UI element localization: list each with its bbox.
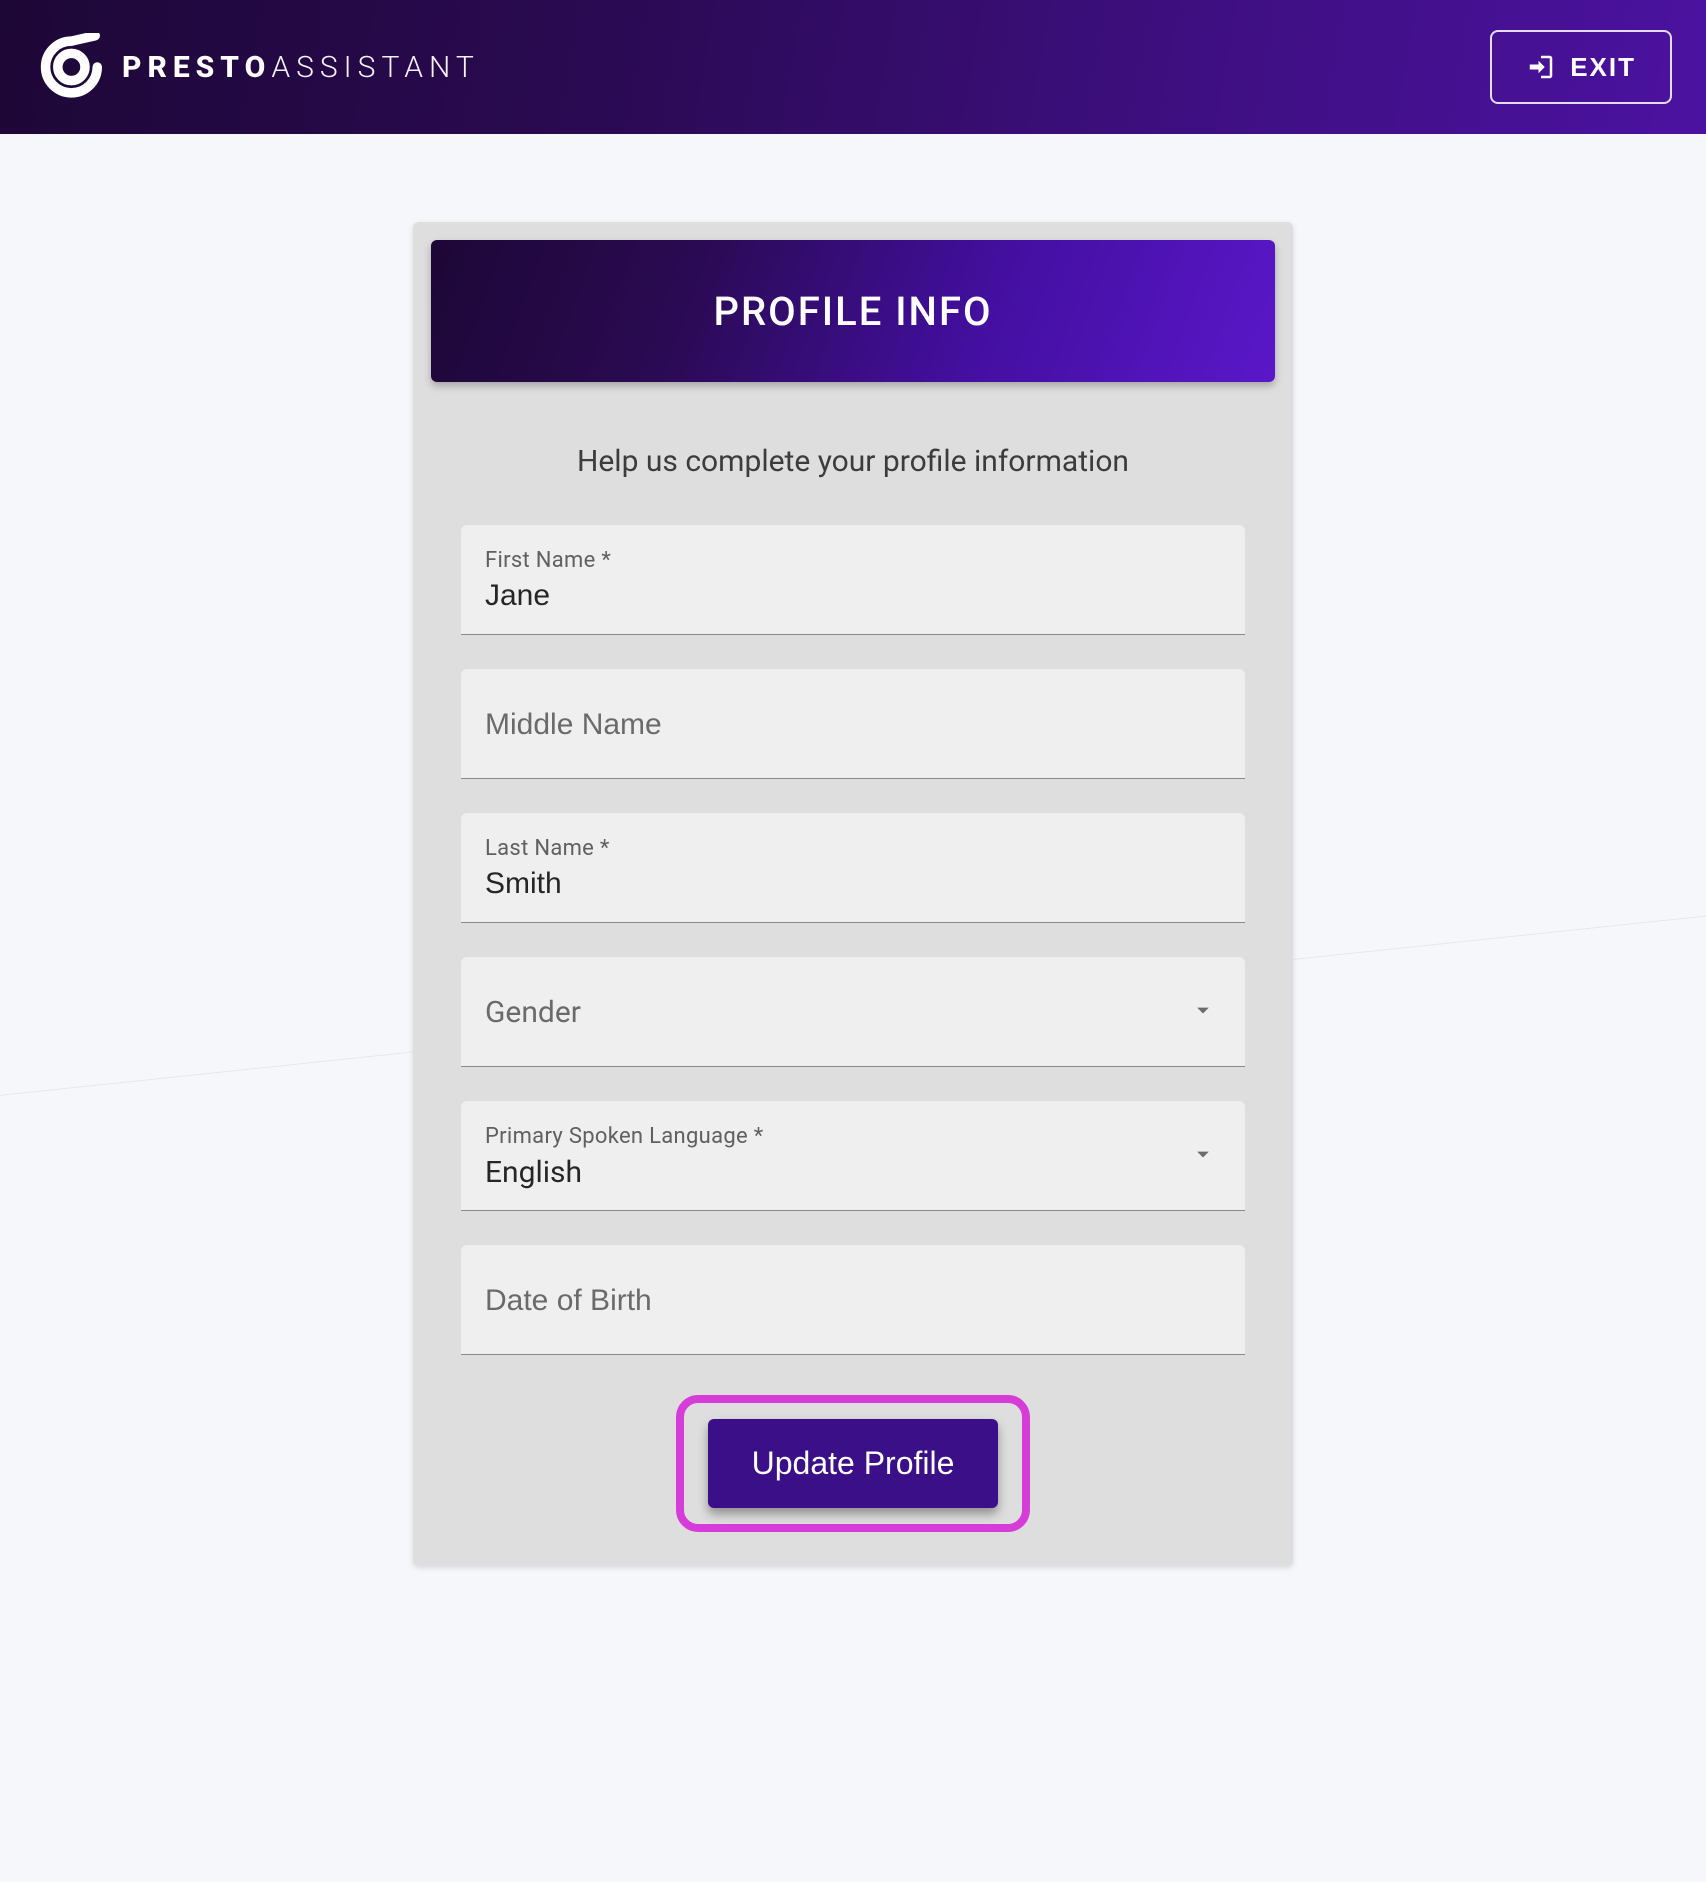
highlight-ring: Update Profile <box>676 1395 1031 1532</box>
card-subtitle: Help us complete your profile informatio… <box>431 444 1275 479</box>
gender-field[interactable]: Gender <box>461 957 1245 1067</box>
profile-card: PROFILE INFO Help us complete your profi… <box>413 222 1293 1566</box>
brand-text: PRESTO ASSISTANT <box>122 50 480 85</box>
dob-field[interactable] <box>461 1245 1245 1355</box>
first-name-label: First Name * <box>485 548 1221 573</box>
card-title: PROFILE INFO <box>431 240 1275 382</box>
language-field[interactable]: Primary Spoken Language * English <box>461 1101 1245 1211</box>
last-name-input[interactable] <box>485 867 1221 901</box>
brand-name-light: ASSISTANT <box>271 50 479 85</box>
first-name-field[interactable]: First Name * <box>461 525 1245 635</box>
last-name-label: Last Name * <box>485 836 1221 861</box>
middle-name-field[interactable] <box>461 669 1245 779</box>
dob-input[interactable] <box>485 1284 1221 1318</box>
first-name-input[interactable] <box>485 579 1221 613</box>
presto-logo-icon <box>34 33 102 101</box>
app-header: PRESTO ASSISTANT EXIT <box>0 0 1706 134</box>
exit-button[interactable]: EXIT <box>1490 30 1672 104</box>
exit-icon <box>1526 52 1556 82</box>
brand: PRESTO ASSISTANT <box>34 33 480 101</box>
exit-label: EXIT <box>1570 52 1636 83</box>
form-fields: First Name * Last Name * Gender Primary … <box>431 525 1275 1355</box>
dropdown-icon <box>1189 1140 1217 1172</box>
brand-name-strong: PRESTO <box>122 50 271 85</box>
middle-name-input[interactable] <box>485 708 1221 742</box>
gender-placeholder: Gender <box>485 995 1221 1030</box>
update-profile-button[interactable]: Update Profile <box>708 1419 999 1508</box>
page-body: PROFILE INFO Help us complete your profi… <box>0 134 1706 1686</box>
dropdown-icon <box>1189 996 1217 1028</box>
language-value: English <box>485 1155 1221 1190</box>
language-label: Primary Spoken Language * <box>485 1124 1221 1149</box>
last-name-field[interactable]: Last Name * <box>461 813 1245 923</box>
form-actions: Update Profile <box>431 1395 1275 1532</box>
